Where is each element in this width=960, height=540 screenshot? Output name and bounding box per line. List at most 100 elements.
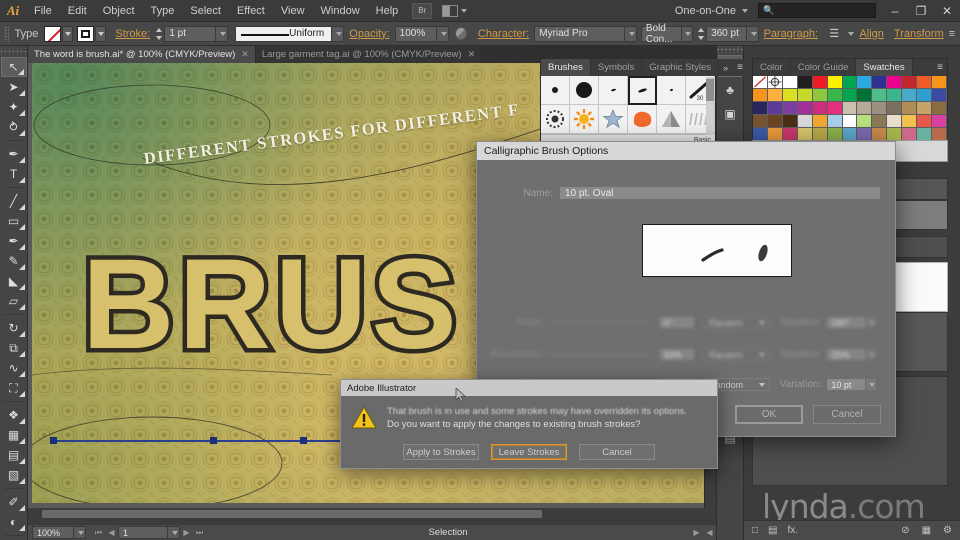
menu-window[interactable]: Window — [313, 0, 368, 22]
swatches-panel-menu-icon[interactable]: ≡ — [932, 59, 947, 76]
swatch-cell[interactable] — [857, 76, 873, 89]
angle-value-field[interactable]: 0° — [658, 316, 696, 329]
brush-scatter-triangle[interactable] — [657, 105, 686, 134]
mesh-tool[interactable]: ▤ — [1, 445, 27, 465]
swatch-cell[interactable] — [857, 115, 873, 128]
first-artboard-icon[interactable]: ⏮ — [92, 526, 105, 539]
swatch-cell[interactable] — [827, 115, 843, 128]
graphic-styles-dock-icon[interactable]: ▣ — [718, 103, 742, 125]
scrollbar-thumb[interactable] — [42, 510, 542, 518]
swatch-cell[interactable] — [812, 115, 828, 128]
swatch-cell[interactable] — [857, 102, 873, 115]
swatch-cell[interactable] — [842, 115, 858, 128]
swatch-cell[interactable] — [887, 76, 903, 89]
paragraph-dropdown-icon[interactable] — [848, 31, 855, 36]
brush-calligraphic-thin[interactable] — [657, 76, 686, 105]
menu-object[interactable]: Object — [95, 0, 143, 22]
swatch-cell[interactable] — [902, 115, 918, 128]
stroke-profile-field[interactable]: Uniform — [234, 25, 333, 42]
tab-graphic-styles[interactable]: Graphic Styles — [642, 59, 720, 76]
paintbrush-tool[interactable]: ✒ — [1, 231, 27, 251]
angle-mode-select[interactable]: Random — [703, 316, 770, 329]
arrange-documents-icon[interactable] — [442, 4, 468, 17]
swatch-cell[interactable] — [767, 89, 783, 102]
tab-the-word-is-brush[interactable]: The word is brush.ai* @ 100% (CMYK/Previ… — [28, 46, 256, 63]
roundness-value-field[interactable]: 33% — [658, 348, 696, 361]
restore-button[interactable]: ❐ — [908, 0, 934, 22]
lasso-tool[interactable]: ⥁ — [1, 117, 27, 137]
control-bar-grip[interactable] — [4, 25, 9, 42]
swatch-cell[interactable] — [827, 76, 843, 89]
menu-help[interactable]: Help — [368, 0, 407, 22]
menu-edit[interactable]: Edit — [60, 0, 95, 22]
swatch-cell[interactable] — [767, 115, 783, 128]
pencil-tool[interactable]: ✎ — [1, 251, 27, 271]
stroke-weight-stepper[interactable] — [155, 26, 163, 42]
angle-slider[interactable] — [549, 322, 649, 323]
fill-swatch[interactable] — [44, 25, 62, 42]
tools-panel-grip[interactable] — [0, 48, 27, 55]
delete-icon[interactable]: ⚙ — [943, 525, 952, 536]
paragraph-align-icon[interactable]: ☰ — [827, 27, 841, 40]
apply-to-strokes-button[interactable]: Apply to Strokes — [403, 444, 479, 460]
symbols-dock-icon[interactable]: ♣ — [718, 79, 742, 101]
brush-calligraphic-10pt-oval[interactable] — [628, 76, 657, 105]
font-style-dropdown-icon[interactable] — [681, 25, 694, 42]
swatch-cell[interactable] — [932, 89, 947, 102]
magic-wand-tool[interactable]: ✦ — [1, 97, 27, 117]
collapse-panel-icon[interactable]: » — [719, 59, 733, 76]
swatch-cell[interactable] — [902, 102, 918, 115]
search-input[interactable]: 🔍 — [758, 3, 876, 18]
eyedropper-tool[interactable]: ✐ — [1, 492, 27, 512]
menu-file[interactable]: File — [26, 0, 60, 22]
swatches-grid[interactable] — [753, 76, 947, 141]
roundness-mode-select[interactable]: Random — [703, 348, 770, 361]
brushes-grid[interactable]: 30 — [541, 76, 715, 134]
swatch-cell[interactable] — [917, 89, 933, 102]
angle-variation-field[interactable]: 180° — [826, 316, 866, 329]
swatch-cell[interactable] — [932, 102, 947, 115]
swatch-cell[interactable] — [917, 115, 933, 128]
direct-selection-tool[interactable]: ➤ — [1, 77, 27, 97]
scale-tool[interactable]: ⧉ — [1, 338, 27, 358]
font-size-dropdown-icon[interactable] — [746, 25, 759, 42]
eraser-tool[interactable]: ▱ — [1, 291, 27, 311]
clear-appearance-icon[interactable]: ⊘ — [901, 525, 909, 536]
swatch-cell[interactable] — [857, 89, 873, 102]
perspective-grid-tool[interactable]: ▦ — [1, 425, 27, 445]
leave-strokes-button[interactable]: Leave Strokes — [491, 444, 567, 460]
brush-scatter-sun[interactable] — [570, 105, 599, 134]
swatch-cell[interactable] — [872, 76, 888, 89]
tab-symbols[interactable]: Symbols — [590, 59, 643, 76]
swatch-cell[interactable] — [767, 102, 783, 115]
close-icon[interactable]: ✕ — [241, 49, 249, 60]
anchor-point[interactable] — [210, 437, 217, 444]
workspace-switcher[interactable]: One-on-One — [669, 2, 754, 20]
ok-button[interactable]: OK — [735, 405, 803, 424]
close-button[interactable]: ✕ — [934, 0, 960, 22]
font-family-dropdown-icon[interactable] — [625, 25, 638, 42]
swatch-cell[interactable] — [842, 102, 858, 115]
selection-tool[interactable]: ↖ — [0, 57, 27, 77]
brush-scatter-star[interactable] — [599, 105, 628, 134]
swatch-cell[interactable] — [797, 76, 813, 89]
rotate-tool[interactable]: ↻ — [1, 318, 27, 338]
size-variation-field[interactable]: 10 pt — [826, 378, 866, 391]
opacity-dropdown-icon[interactable] — [437, 25, 449, 42]
tab-large-garment-tag[interactable]: Large garment tag.ai @ 100% (CMYK/Previe… — [255, 46, 483, 63]
swatch-cell[interactable] — [842, 76, 858, 89]
shape-builder-tool[interactable]: ❖ — [1, 405, 27, 425]
fill-dropdown-icon[interactable] — [62, 25, 74, 42]
scrollbar-thumb[interactable] — [706, 79, 714, 101]
prev-artboard-icon[interactable]: ◀ — [105, 526, 118, 539]
angle-variation-stepper[interactable] — [865, 316, 877, 329]
swatch-cell[interactable] — [872, 115, 888, 128]
next-artboard-icon[interactable]: ▶ — [180, 526, 193, 539]
menu-type[interactable]: Type — [143, 0, 183, 22]
roundness-variation-field[interactable]: 25% — [826, 348, 866, 361]
swatch-cell[interactable] — [753, 76, 768, 89]
transform-link[interactable]: Transform — [894, 28, 944, 40]
swatch-cell[interactable] — [932, 115, 947, 128]
swatch-cell[interactable] — [812, 76, 828, 89]
swatch-cell[interactable] — [872, 102, 888, 115]
